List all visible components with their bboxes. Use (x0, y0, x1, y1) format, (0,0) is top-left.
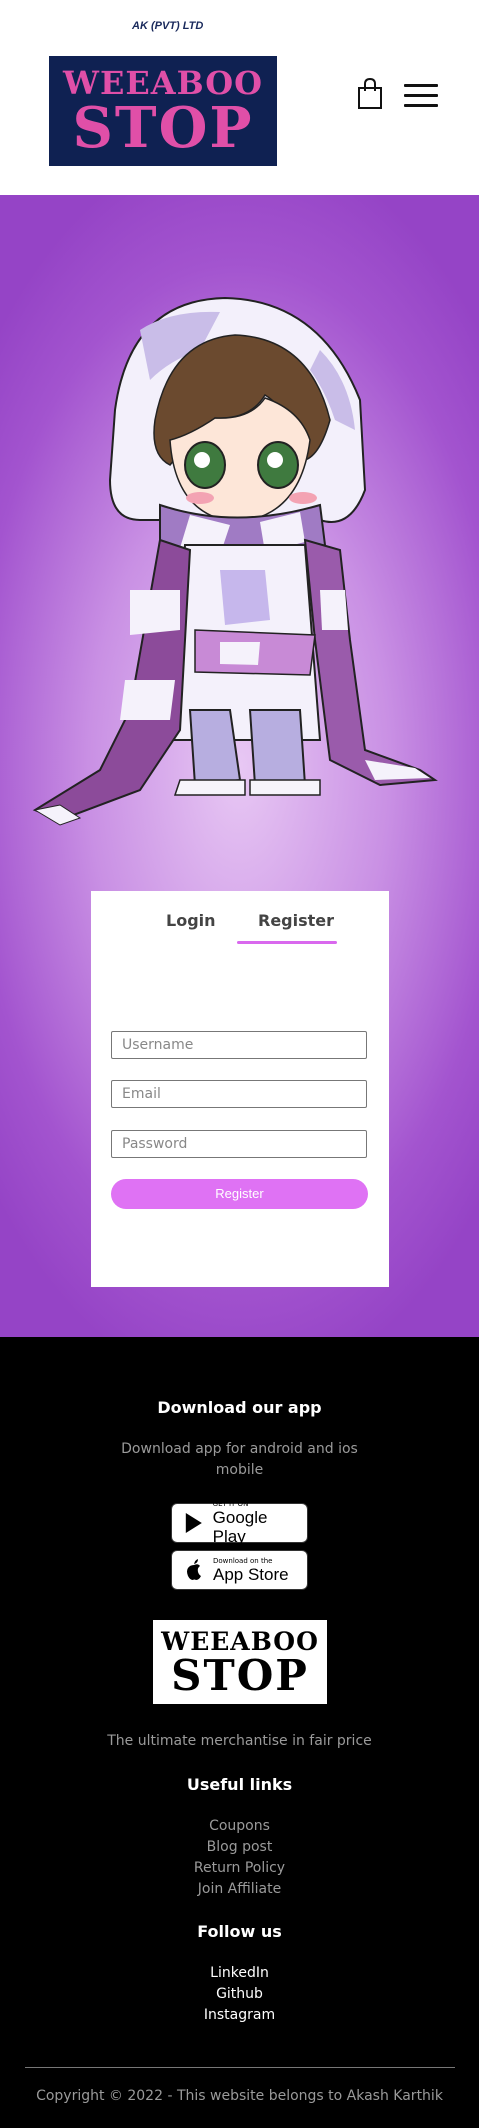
anime-character-illustration (32, 296, 438, 826)
footer-divider (25, 2067, 455, 2068)
download-text-line1: Download app for android and ios (121, 1441, 358, 1457)
link-blog-post[interactable]: Blog post (0, 1839, 479, 1855)
google-play-small: GET IT ON (212, 1500, 249, 1508)
apple-icon (187, 1559, 201, 1580)
footer-logo-line2: STOP (171, 1650, 309, 1700)
footer-logo: WEEABOO STOP (153, 1620, 327, 1704)
company-name: AK (PVT) LTD (132, 20, 204, 32)
google-play-button[interactable]: GET IT ON Google Play (171, 1500, 308, 1546)
active-tab-indicator (237, 941, 337, 944)
tab-register[interactable]: Register (258, 911, 334, 930)
tab-login[interactable]: Login (166, 911, 216, 930)
follow-us-title: Follow us (197, 1922, 282, 1941)
app-store-small: Download on the (213, 1556, 273, 1565)
hamburger-menu-icon[interactable] (404, 84, 438, 108)
link-return-policy[interactable]: Return Policy (0, 1860, 479, 1876)
link-coupons[interactable]: Coupons (0, 1818, 479, 1834)
app-store-big: App Store (213, 1564, 289, 1584)
link-join-affiliate[interactable]: Join Affiliate (0, 1881, 479, 1897)
site-header: AK (PVT) LTD WEEABOO STOP (0, 0, 479, 195)
username-input[interactable]: Username (111, 1031, 367, 1059)
email-input[interactable]: Email (111, 1080, 367, 1108)
site-logo[interactable]: WEEABOO STOP (49, 56, 277, 166)
link-instagram[interactable]: Instagram (0, 2007, 479, 2023)
password-input[interactable]: Password (111, 1130, 367, 1158)
download-title: Download our app (157, 1398, 322, 1417)
download-text-line2: mobile (215, 1462, 264, 1478)
useful-links-title: Useful links (186, 1775, 293, 1794)
logo-line2: STOP (72, 95, 254, 161)
copyright: Copyright © 2022 - This website belongs … (36, 2088, 443, 2104)
google-play-big: Google Play (212, 1508, 268, 1546)
shopping-bag-icon[interactable] (357, 78, 383, 110)
link-linkedin[interactable]: LinkedIn (0, 1965, 479, 1981)
register-button[interactable]: Register (111, 1179, 368, 1209)
tagline: The ultimate merchantise in fair price (107, 1733, 372, 1749)
app-store-button[interactable]: Download on the App Store (171, 1550, 308, 1590)
link-github[interactable]: Github (0, 1986, 479, 2002)
google-play-icon (185, 1513, 202, 1533)
